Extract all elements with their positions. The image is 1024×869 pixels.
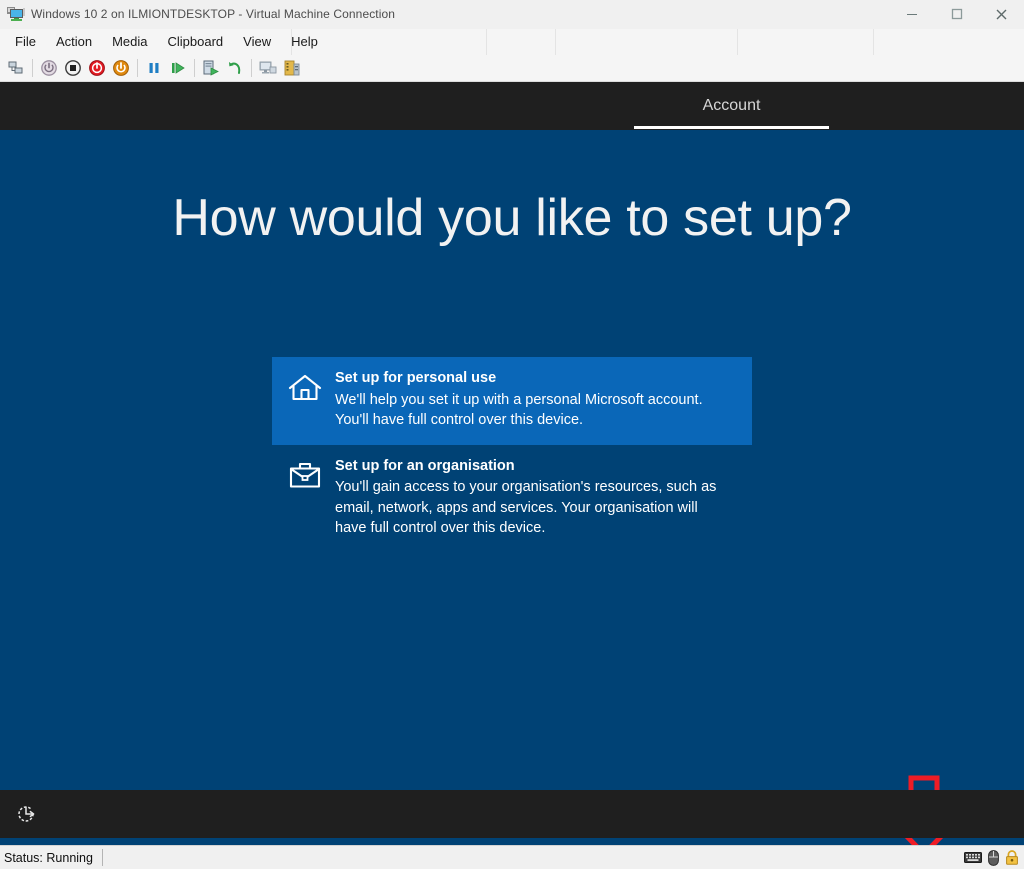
new-checkpoint-icon[interactable] [4, 56, 28, 80]
oobe-footer-bar [0, 790, 1024, 838]
option-organisation[interactable]: Set up for an organisation You'll gain a… [272, 445, 752, 553]
toolbar-separator [32, 59, 33, 77]
pause-icon[interactable] [142, 56, 166, 80]
settings-icon[interactable] [280, 56, 304, 80]
ease-of-access-icon[interactable] [12, 800, 40, 828]
menu-item-help[interactable]: Help [282, 32, 327, 52]
menubar-divider [291, 29, 292, 55]
window-title: Windows 10 2 on ILMIONTDESKTOP - Virtual… [31, 7, 889, 21]
option-title: Set up for an organisation [335, 457, 736, 477]
toolbar [0, 55, 1024, 82]
menu-item-action[interactable]: Action [47, 32, 101, 52]
option-description-line: have full control over this device. [335, 518, 736, 539]
option-organisation-text: Set up for an organisation You'll gain a… [326, 457, 736, 539]
shutdown-icon[interactable] [37, 56, 61, 80]
briefcase-icon [288, 461, 326, 491]
oobe-header-bar: Account [0, 82, 1024, 130]
lock-icon [1005, 850, 1019, 865]
status-bar: Status: Running [0, 845, 1024, 869]
start-power-icon[interactable] [109, 56, 133, 80]
revert-icon[interactable] [223, 56, 247, 80]
option-personal-use-text: Set up for personal use We'll help you s… [326, 369, 736, 431]
status-separator [102, 849, 103, 866]
option-description-line: email, network, apps and services. Your … [335, 498, 736, 519]
menu-item-view[interactable]: View [234, 32, 280, 52]
title-bar: Windows 10 2 on ILMIONTDESKTOP - Virtual… [0, 0, 1024, 29]
option-description-line: You'll have full control over this devic… [335, 410, 736, 431]
menu-item-file[interactable]: File [6, 32, 45, 52]
option-personal-use[interactable]: Set up for personal use We'll help you s… [272, 357, 752, 445]
toolbar-separator [194, 59, 195, 77]
resume-icon[interactable] [166, 56, 190, 80]
menu-item-media[interactable]: Media [103, 32, 156, 52]
setup-options-list: Set up for personal use We'll help you s… [272, 357, 752, 553]
tab-account-label: Account [703, 97, 761, 115]
reset-icon[interactable] [85, 56, 109, 80]
status-text: Status: Running [0, 851, 93, 865]
checkpoint-snapshot-icon[interactable] [199, 56, 223, 80]
mouse-icon [988, 850, 999, 866]
virtual-machine-icon [5, 3, 27, 25]
menubar-divider [555, 29, 556, 55]
menu-bar: File Action Media Clipboard View Help [0, 29, 1024, 55]
status-bar-icons [964, 846, 1019, 869]
keyboard-icon [964, 851, 982, 864]
close-button[interactable] [979, 0, 1024, 28]
toolbar-separator [251, 59, 252, 77]
vm-screen: Account How would you like to set up? Se… [0, 82, 1024, 845]
enhanced-session-icon[interactable] [256, 56, 280, 80]
tab-account[interactable]: Account [634, 82, 829, 130]
menu-item-clipboard[interactable]: Clipboard [159, 32, 233, 52]
window-controls [889, 0, 1024, 28]
toolbar-separator [137, 59, 138, 77]
vm-connection-window: Windows 10 2 on ILMIONTDESKTOP - Virtual… [0, 0, 1024, 869]
menubar-divider [737, 29, 738, 55]
menubar-divider [486, 29, 487, 55]
minimize-button[interactable] [889, 0, 934, 28]
maximize-button[interactable] [934, 0, 979, 28]
oobe-body: How would you like to set up? Set up for… [0, 130, 1024, 838]
option-title: Set up for personal use [335, 369, 736, 389]
turn-off-icon[interactable] [61, 56, 85, 80]
home-icon [288, 373, 326, 403]
option-description-line: You'll gain access to your organisation'… [335, 477, 736, 498]
option-description-line: We'll help you set it up with a personal… [335, 390, 736, 411]
page-title: How would you like to set up? [0, 190, 1024, 247]
menubar-divider [873, 29, 874, 55]
